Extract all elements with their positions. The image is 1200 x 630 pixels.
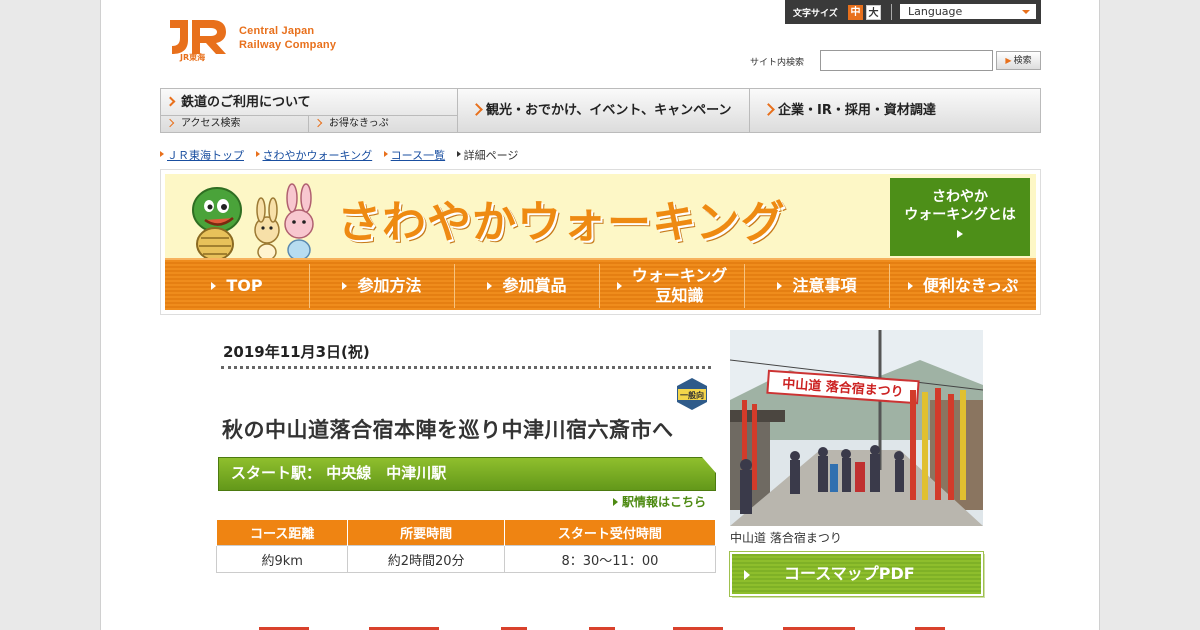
arrow-right-icon bbox=[342, 282, 348, 290]
tab-useful-tickets-label: 便利なきっぷ bbox=[922, 276, 1019, 295]
photo-caption: 中山道 落合宿まつり bbox=[730, 531, 842, 545]
mascot-illustration bbox=[192, 183, 314, 261]
nav-rail-link[interactable]: 鉄道のご利用について bbox=[161, 89, 457, 116]
arrow-right-icon bbox=[907, 282, 913, 290]
search-button[interactable]: ▶ 検索 bbox=[996, 51, 1041, 70]
nav-corporate-label: 企業・IR・採用・資材調達 bbox=[778, 103, 936, 118]
nav-sightseeing[interactable]: 観光・おでかけ、イベント、キャンペーン bbox=[458, 89, 750, 132]
nav-rail-label: 鉄道のご利用について bbox=[181, 95, 311, 110]
arrow-right-icon bbox=[616, 282, 622, 290]
course-map-pdf-label: コースマップPDF bbox=[784, 564, 915, 583]
course-date: 2019年11月3日(祝) bbox=[223, 343, 370, 361]
start-station-label: スタート駅： 中央線 中津川駅 bbox=[231, 464, 447, 482]
about-walking-button[interactable]: さわやか ウォーキングとは bbox=[890, 178, 1030, 256]
nav-discount-tickets[interactable]: お得なきっぷ bbox=[309, 116, 457, 132]
station-info-link[interactable]: 駅情報はこちら bbox=[613, 493, 706, 510]
banner-header: さわやかウォーキング さわやか ウォーキングとは bbox=[165, 174, 1036, 261]
general-public-badge: 一般向 bbox=[677, 378, 707, 410]
breadcrumb-walking[interactable]: さわやかウォーキング bbox=[255, 147, 372, 163]
tab-cautions-label: 注意事項 bbox=[792, 276, 857, 295]
breadcrumb: ＪＲ東海トップ さわやかウォーキング コース一覧 詳細ページ bbox=[160, 147, 526, 163]
tab-useful-tickets[interactable]: 便利なきっぷ bbox=[890, 264, 1036, 308]
nav-rail: 鉄道のご利用について アクセス検索 お得なきっぷ bbox=[161, 89, 458, 132]
header-start-time: スタート受付時間 bbox=[503, 519, 717, 546]
table-row: 約9km 約2時間20分 8：30～11：00 bbox=[215, 545, 717, 573]
divider bbox=[891, 4, 892, 20]
arrow-right-icon bbox=[744, 570, 750, 580]
tab-walking-trivia[interactable]: ウォーキング 豆知識 bbox=[600, 264, 745, 308]
chevron-right-icon bbox=[313, 118, 323, 128]
about-line1: さわやか bbox=[932, 189, 988, 205]
nav-access-search-label: アクセス検索 bbox=[181, 118, 241, 129]
walking-tabs: TOP 参加方法 参加賞品 ウォーキング 豆知識 注意事項 便利なきっぷ bbox=[165, 258, 1036, 310]
nav-discount-tickets-label: お得なきっぷ bbox=[329, 118, 389, 129]
course-title: 秋の中山道落合宿本陣を巡り中津川宿六斎市へ bbox=[222, 418, 674, 442]
arrow-right-icon bbox=[777, 282, 783, 290]
page: JR東海 Central Japan Railway Company 文字サイズ… bbox=[100, 0, 1100, 630]
festival-photo: 中山道 落合宿まつり bbox=[730, 330, 983, 526]
dotted-divider bbox=[221, 366, 711, 369]
arrow-right-icon bbox=[487, 282, 493, 290]
tab-walking-trivia-label: ウォーキング 豆知識 bbox=[631, 266, 728, 305]
search-button-label: 検索 bbox=[1013, 56, 1032, 66]
banner-title: さわやかウォーキング bbox=[337, 197, 786, 248]
logo-line1: Central Japan bbox=[239, 25, 315, 37]
badge-label: 一般向 bbox=[680, 390, 704, 400]
start-station-bar: スタート駅： 中央線 中津川駅 bbox=[218, 457, 716, 491]
arrow-right-icon bbox=[613, 498, 618, 506]
nav-sightseeing-label: 観光・おでかけ、イベント、キャンペーン bbox=[486, 103, 732, 118]
value-distance: 約9km bbox=[215, 545, 349, 573]
breadcrumb-current: 詳細ページ bbox=[456, 147, 518, 163]
font-size-label: 文字サイズ bbox=[793, 9, 838, 19]
course-map-pdf-button[interactable]: コースマップPDF bbox=[729, 551, 984, 597]
font-size-large-button[interactable]: 大 bbox=[866, 5, 881, 20]
tab-top[interactable]: TOP bbox=[165, 264, 310, 308]
font-size-medium-button[interactable]: 中 bbox=[848, 5, 863, 20]
utility-bar: 文字サイズ 中 大 Language bbox=[785, 0, 1041, 24]
arrow-right-icon: ▶ bbox=[1005, 56, 1012, 65]
language-select[interactable]: Language bbox=[900, 4, 1036, 19]
station-info-label: 駅情報はこちら bbox=[622, 495, 707, 509]
language-label: Language bbox=[908, 5, 963, 18]
arrow-right-icon bbox=[211, 282, 217, 290]
logo-line2: Railway Company bbox=[239, 39, 337, 51]
global-nav: 鉄道のご利用について アクセス検索 お得なきっぷ 観光・おでかけ、イベント、キャ… bbox=[160, 88, 1041, 133]
value-start-time: 8：30～11：00 bbox=[503, 545, 717, 573]
site-search-label: サイト内検索 bbox=[750, 58, 805, 68]
nav-corporate[interactable]: 企業・IR・採用・資材調達 bbox=[750, 89, 1040, 132]
logo-company-name: Central Japan Railway Company bbox=[239, 24, 336, 52]
header-duration: 所要時間 bbox=[347, 519, 505, 546]
chevron-right-icon bbox=[762, 103, 775, 116]
breadcrumb-jr-top[interactable]: ＪＲ東海トップ bbox=[160, 147, 244, 163]
logo-sub: JR東海 bbox=[180, 53, 206, 62]
chevron-right-icon bbox=[165, 118, 175, 128]
tab-top-label: TOP bbox=[226, 276, 263, 295]
tab-prizes[interactable]: 参加賞品 bbox=[455, 264, 600, 308]
arrow-right-icon bbox=[957, 230, 963, 238]
jr-central-logo[interactable]: JR東海 Central Japan Railway Company bbox=[166, 16, 356, 66]
corner-fold bbox=[702, 457, 716, 473]
header-distance: コース距離 bbox=[215, 519, 349, 546]
tab-prizes-label: 参加賞品 bbox=[502, 276, 567, 295]
breadcrumb-course-list[interactable]: コース一覧 bbox=[383, 147, 445, 163]
tab-how-to-join[interactable]: 参加方法 bbox=[310, 264, 455, 308]
chevron-down-icon bbox=[1022, 10, 1030, 14]
chevron-right-icon bbox=[470, 103, 483, 116]
chevron-right-icon bbox=[165, 96, 176, 107]
value-duration: 約2時間20分 bbox=[347, 545, 505, 573]
tab-cautions[interactable]: 注意事項 bbox=[745, 264, 890, 308]
nav-access-search[interactable]: アクセス検索 bbox=[161, 116, 309, 132]
course-info-table: コース距離 所要時間 スタート受付時間 約9km 約2時間20分 8：30～11… bbox=[215, 519, 717, 573]
search-input[interactable] bbox=[820, 50, 993, 71]
about-line2: ウォーキングとは bbox=[904, 207, 1016, 223]
walking-banner: さわやかウォーキング さわやか ウォーキングとは TOP 参加方法 参加賞品 ウ… bbox=[160, 169, 1041, 315]
tab-how-to-join-label: 参加方法 bbox=[357, 276, 422, 295]
